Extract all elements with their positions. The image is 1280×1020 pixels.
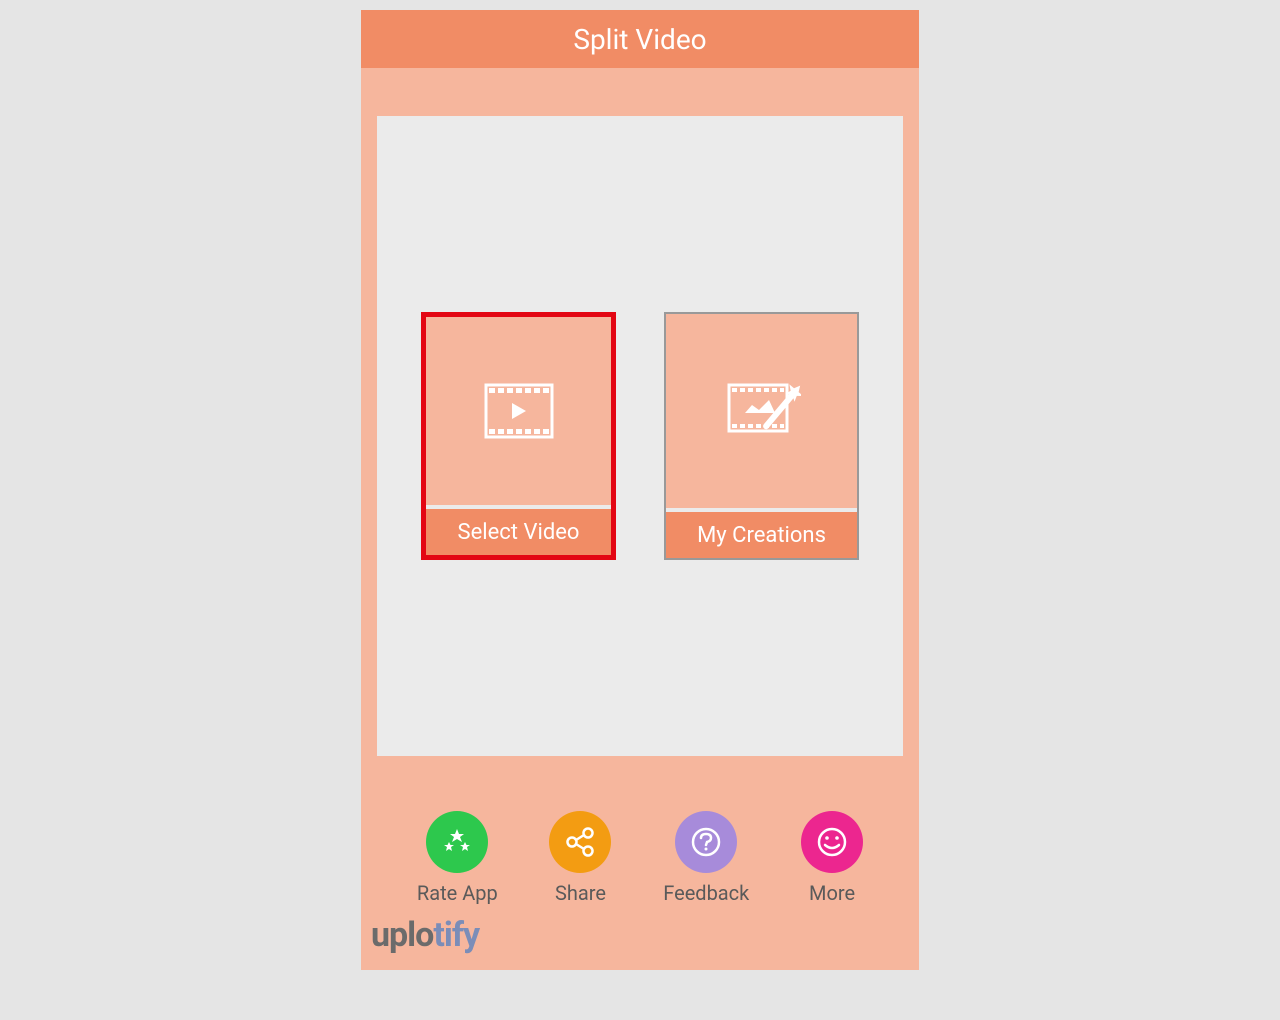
film-wand-icon [723,375,801,447]
select-video-icon-area [426,317,611,505]
rate-app-icon-circle [426,811,488,873]
watermark-part2: tify [433,915,479,955]
main-content-area: Select Video [377,116,903,756]
share-icon-circle [549,811,611,873]
stars-icon [439,824,475,860]
more-icon-circle [801,811,863,873]
select-video-card[interactable]: Select Video [421,312,616,560]
feedback-icon-circle [675,811,737,873]
film-play-icon [484,383,554,439]
app-title: Split Video [573,23,706,56]
my-creations-label: My Creations [666,508,857,558]
rate-app-label: Rate App [417,881,498,905]
feedback-button[interactable]: Feedback [663,811,749,905]
feedback-label: Feedback [663,881,749,905]
app-header: Split Video [361,10,919,68]
watermark: uplotify [371,915,479,955]
more-button[interactable]: More [801,811,863,905]
smiley-icon [814,824,850,860]
my-creations-icon-area [666,314,857,508]
app-screen: Split Video [361,10,919,970]
my-creations-card[interactable]: My Creations [664,312,859,560]
share-button[interactable]: Share [549,811,611,905]
watermark-part1: uplo [371,915,433,955]
question-icon [688,824,724,860]
share-icon [562,824,598,860]
rate-app-button[interactable]: Rate App [417,811,498,905]
more-label: More [809,881,855,905]
select-video-label: Select Video [426,505,611,555]
bottom-nav: Rate App Share [361,811,919,905]
share-label: Share [555,881,606,905]
